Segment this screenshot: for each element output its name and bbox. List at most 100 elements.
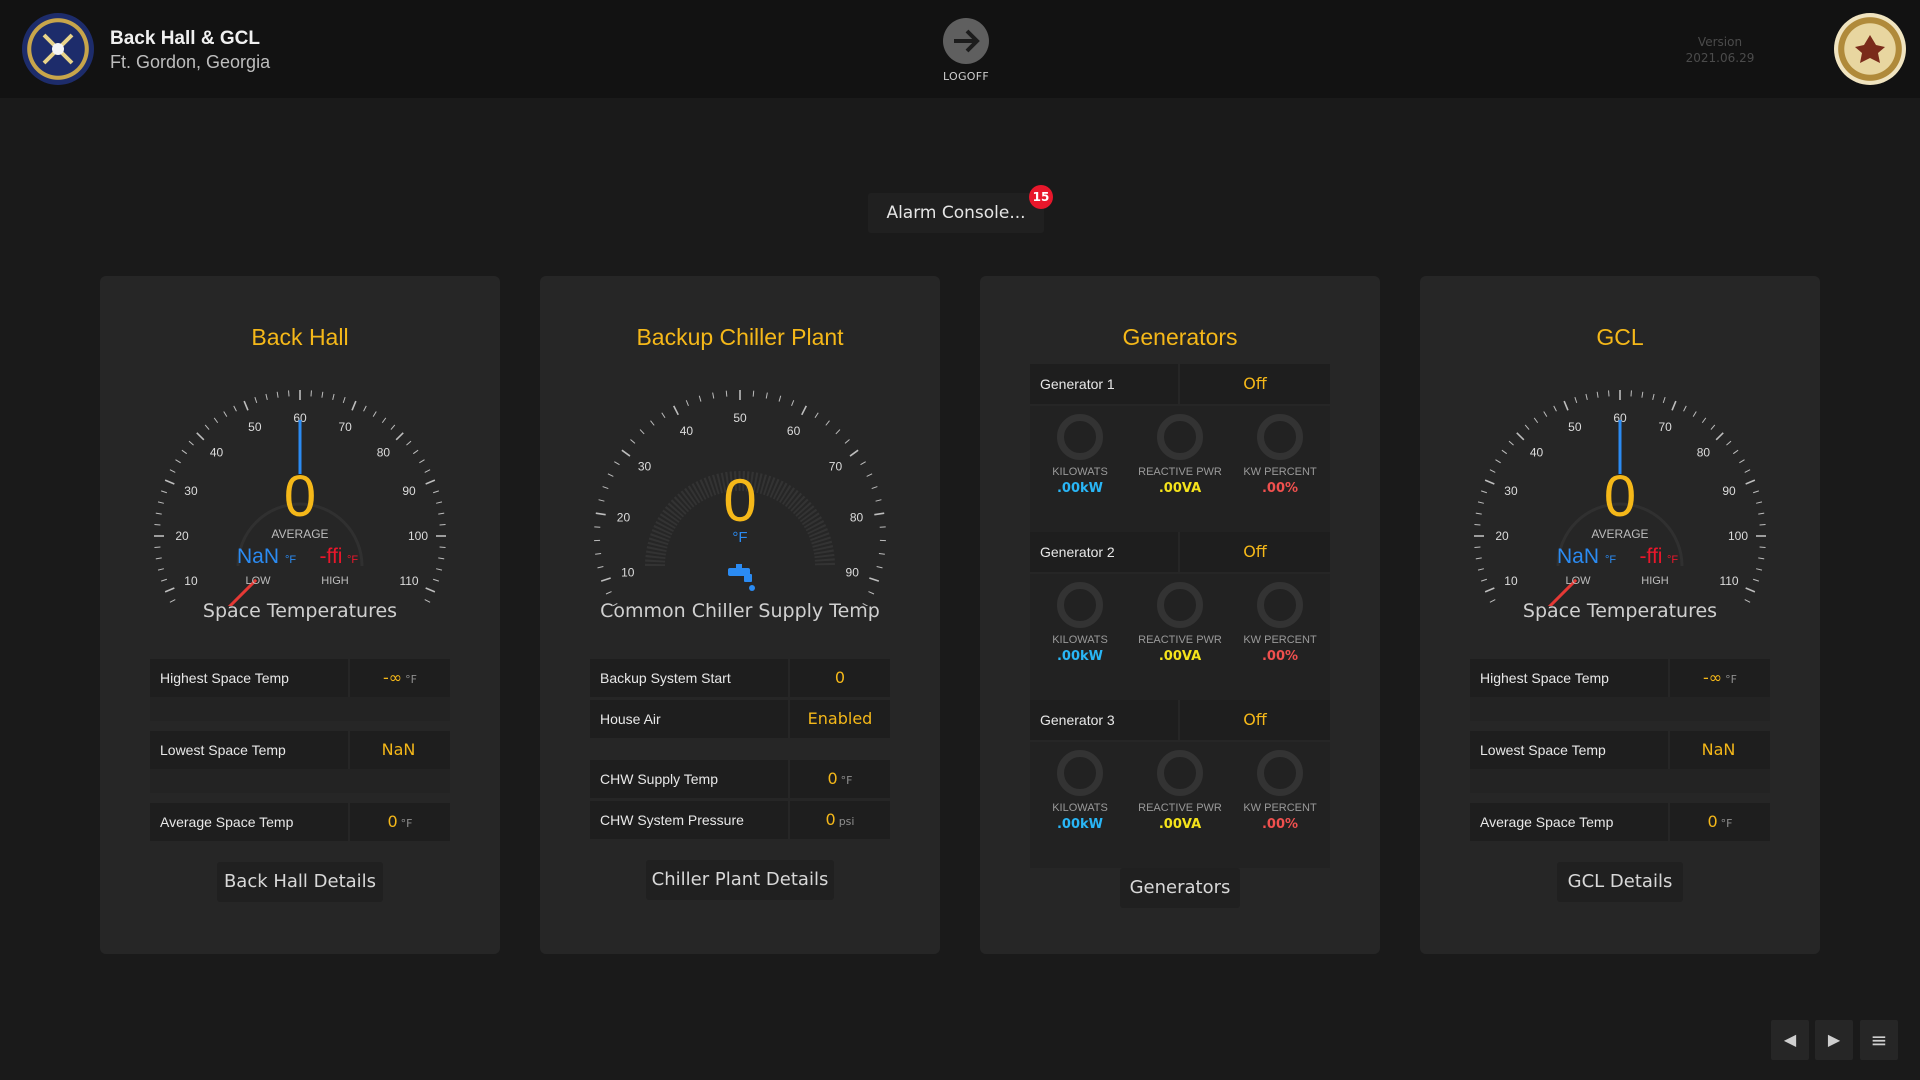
meter-ring bbox=[1157, 414, 1203, 460]
meter-label: KW PERCENT bbox=[1243, 466, 1317, 478]
highest-space-temp-row: Highest Space Temp -∞ °F bbox=[1470, 659, 1770, 697]
gauge-tick bbox=[801, 405, 807, 416]
gauge-tick bbox=[169, 469, 176, 473]
gauge-tick bbox=[1745, 479, 1756, 485]
gauge-tick bbox=[332, 393, 335, 400]
gauge-tick bbox=[698, 395, 702, 402]
generator-1-meters: KILOWATS .00kW REACTIVE PWR .00VA KW PER… bbox=[1030, 406, 1330, 532]
gauge-tick bbox=[1533, 417, 1539, 424]
gauge-tick bbox=[605, 591, 612, 595]
menu-button[interactable]: ≡ bbox=[1860, 1020, 1898, 1060]
gcl-temp-gauge: 0102030405060708090100110120 0 AVERAGE N… bbox=[1474, 390, 1766, 606]
lowest-space-temp-row: Lowest Space Temp NaN bbox=[1470, 731, 1770, 769]
gauge-tick bbox=[600, 577, 611, 582]
gauge-tick bbox=[639, 429, 645, 435]
version-info: Version 2021.06.29 bbox=[1680, 34, 1760, 66]
gauge-tick bbox=[607, 473, 614, 477]
supply-temp-value: 0 bbox=[723, 467, 756, 534]
gauge-tick bbox=[1475, 557, 1482, 560]
gauge-tick-label: 70 bbox=[338, 420, 352, 434]
gauge-tick bbox=[1739, 459, 1745, 464]
gauge-tick-label: 110 bbox=[1719, 574, 1738, 588]
meter-label: KILOWATS bbox=[1052, 802, 1108, 814]
gauge-tick-label: 90 bbox=[846, 565, 860, 579]
generators-button[interactable]: Generators bbox=[1120, 868, 1240, 908]
agency-seal-logo bbox=[22, 13, 94, 85]
meter-value: .00kW bbox=[1056, 481, 1103, 496]
gauge-tick bbox=[181, 449, 188, 455]
back-hall-card: Back Hall 0102030405060708090100110120 0… bbox=[100, 276, 500, 954]
chiller-supply-temp-gauge: 0102030405060708090100 0 °F bbox=[594, 390, 886, 606]
gauge-tick-label: 10 bbox=[184, 574, 198, 588]
meter-value: .00% bbox=[1261, 817, 1299, 832]
gauge-tick-label: 90 bbox=[402, 484, 416, 498]
gauge-tick-label: 40 bbox=[1530, 446, 1544, 460]
generator-state: Off bbox=[1180, 364, 1330, 404]
low-value: NaN bbox=[1557, 545, 1599, 568]
gauge-tick bbox=[1732, 449, 1739, 455]
meter-ring bbox=[1057, 414, 1103, 460]
generators-card: Generators Generator 1 Off KILOWATS .00k… bbox=[980, 276, 1380, 954]
value-text: 0 bbox=[834, 668, 846, 687]
meter-ring bbox=[1057, 582, 1103, 628]
gauge-tick bbox=[1692, 411, 1697, 417]
gcl-gauge-caption: Space Temperatures bbox=[1522, 600, 1718, 622]
value-text: 0 bbox=[387, 812, 398, 831]
gauge-tick bbox=[155, 557, 162, 560]
low-value: NaN bbox=[237, 545, 279, 568]
gauge-tick bbox=[1553, 405, 1557, 412]
gauge-tick bbox=[1574, 396, 1578, 404]
gauge-tick bbox=[1563, 400, 1569, 411]
meter-label: KW PERCENT bbox=[1243, 802, 1317, 814]
gauge-tick bbox=[395, 432, 404, 441]
arrow-right-icon bbox=[943, 18, 989, 64]
gauge-tick bbox=[875, 499, 882, 502]
gauge-tick bbox=[406, 440, 412, 446]
gauge-tick bbox=[432, 490, 440, 494]
gauge-tick bbox=[390, 424, 396, 430]
gauge-tick bbox=[1641, 391, 1644, 398]
gcl-card: GCL 0102030405060708090100110120 0 AVERA… bbox=[1420, 276, 1820, 954]
gauge-tick bbox=[866, 473, 873, 477]
gauge-tick bbox=[1484, 587, 1495, 593]
row-spacer bbox=[1470, 769, 1770, 793]
back-hall-gauge-caption: Space Temperatures bbox=[202, 600, 398, 622]
gauge-tick bbox=[254, 396, 258, 404]
gauge-tick bbox=[1710, 424, 1716, 430]
gauge-tick bbox=[1475, 512, 1482, 515]
gauge-tick bbox=[878, 553, 885, 555]
gauge-tick bbox=[725, 390, 728, 397]
gauge-tick-label: 100 bbox=[408, 529, 428, 543]
generators-title: Generators bbox=[1122, 324, 1238, 350]
gauge-tick bbox=[223, 411, 228, 417]
meter-label: KILOWATS bbox=[1052, 466, 1108, 478]
gauge-tick bbox=[1752, 578, 1760, 582]
alarm-console-button[interactable]: Alarm Console... bbox=[868, 193, 1044, 233]
gauge-tick bbox=[1508, 440, 1514, 446]
back-hall-details-button[interactable]: Back Hall Details bbox=[217, 862, 383, 902]
kilowatts-meter: KILOWATS .00kW bbox=[1030, 414, 1130, 496]
meter-value: .00VA bbox=[1158, 481, 1202, 496]
logoff-button[interactable]: LOGOFF bbox=[939, 18, 993, 83]
army-seal-logo bbox=[1834, 13, 1906, 85]
triangle-right-icon: ▶ bbox=[1827, 1030, 1841, 1049]
gauge-tick bbox=[164, 587, 175, 593]
gcl-details-button[interactable]: GCL Details bbox=[1557, 862, 1683, 902]
next-page-button[interactable]: ▶ bbox=[1815, 1020, 1853, 1060]
chiller-plant-details-button[interactable]: Chiller Plant Details bbox=[646, 860, 834, 900]
gauge-tick bbox=[381, 417, 387, 424]
gauge-tick bbox=[868, 591, 875, 595]
back-hall-title: Back Hall bbox=[251, 324, 349, 350]
gauge-tick bbox=[424, 469, 431, 473]
previous-page-button[interactable]: ◀ bbox=[1771, 1020, 1809, 1060]
logoff-label: LOGOFF bbox=[942, 70, 990, 83]
gauge-tick bbox=[685, 400, 689, 407]
gauge-tick bbox=[1744, 469, 1751, 473]
low-unit: °F bbox=[1605, 554, 1616, 566]
gauge-tick bbox=[595, 512, 606, 516]
alarm-count-badge: 15 bbox=[1029, 185, 1053, 209]
gauge-tick bbox=[243, 400, 249, 411]
gauge-tick bbox=[363, 405, 367, 412]
chiller-plant-card: Backup Chiller Plant 0 10 20 30 40 50 60 70 80 90… bbox=[540, 276, 940, 954]
gauge-tick bbox=[778, 395, 782, 402]
